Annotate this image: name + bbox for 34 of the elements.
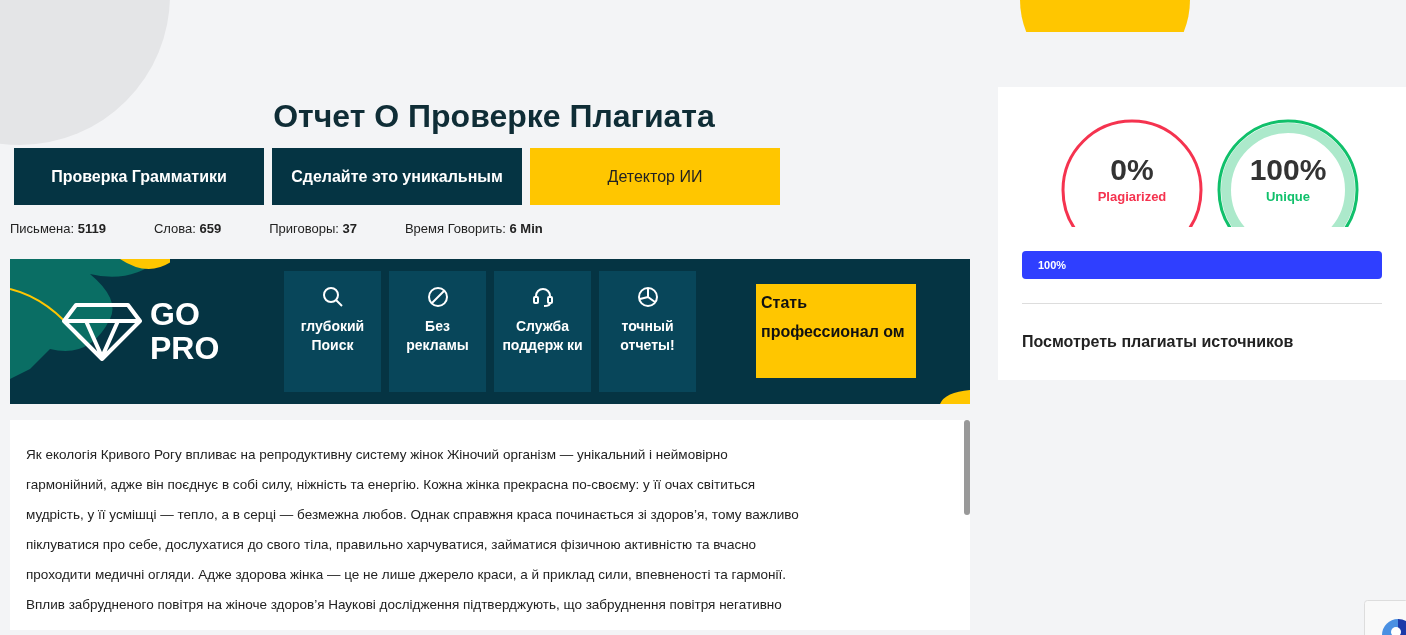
diamond-icon	[62, 301, 142, 361]
action-button[interactable]: Детектор ИИ	[530, 148, 780, 205]
stat-text: Письмена: 5119	[10, 220, 106, 238]
scrollbar-thumb[interactable]	[964, 419, 970, 515]
stat-text: Слова: 659	[153, 220, 222, 238]
text-line: Як екологія Кривого Рогу впливає на репродуктивну систему жінок Жіночий організм — унікальний і неймовірно	[26, 445, 729, 464]
corner-shape	[940, 389, 970, 404]
text-line: мудрість, у її усмішці — тепло, а в серці — безмежна любов. Однак справжня краса починається зі здоров’я, тому важливо	[26, 505, 800, 524]
gauge-label: Plagiarized	[1096, 189, 1168, 205]
stat-text: Приговоры: 37	[269, 220, 357, 238]
text-line: Вплив забрудненого повітря на жіноче здоров’я Наукові дослідження підтверджують, що забруднення повітря негативно	[26, 595, 783, 614]
gauge-value: 0%	[1109, 153, 1155, 187]
prohibited-icon	[425, 284, 450, 309]
logo-text: PRO	[150, 331, 221, 365]
gauge-label: Unique	[1264, 189, 1312, 205]
search-icon	[320, 284, 345, 309]
feature-label: точный отчеты!	[619, 316, 676, 355]
logo-text: GO	[150, 297, 201, 331]
text-line: гармонійний, адже він поєднує в собі силу, ніжність та енергію. Кожна жінка прекрасна по-своєму: у її очах світиться	[26, 475, 757, 494]
pie-chart-icon	[635, 284, 660, 309]
feature-label: Служба поддерж ки	[501, 316, 584, 355]
feature-label: Без рекламы	[405, 316, 470, 355]
sources-link[interactable]: Посмотреть плагиаты источников	[1022, 330, 1382, 354]
text-line: проходити медичні огляди. Адже здорова жінка — це не лише джерело краси, а й приклад сили, впевненості та гармонії.	[26, 565, 787, 584]
action-button[interactable]: Проверка Грамматики	[14, 148, 264, 205]
text-line: піклуватися про себе, дослухатися до свого тіла, правильно харчуватися, займатися фізичною активністю та вчасно	[26, 535, 758, 554]
feature-label: глубокий Поиск	[299, 316, 366, 355]
page-title: Отчет О Проверке Плагиата	[272, 97, 716, 136]
progress-label: 100%	[1037, 257, 1067, 273]
stat-text: Время Говорить: 6 Min	[404, 220, 543, 238]
go-pro-button[interactable]: Стать профессионал ом	[756, 284, 916, 378]
action-button[interactable]: Сделайте это уникальным	[272, 148, 522, 205]
gauge-value: 100%	[1248, 153, 1328, 187]
recaptcha-icon[interactable]	[1364, 600, 1406, 635]
